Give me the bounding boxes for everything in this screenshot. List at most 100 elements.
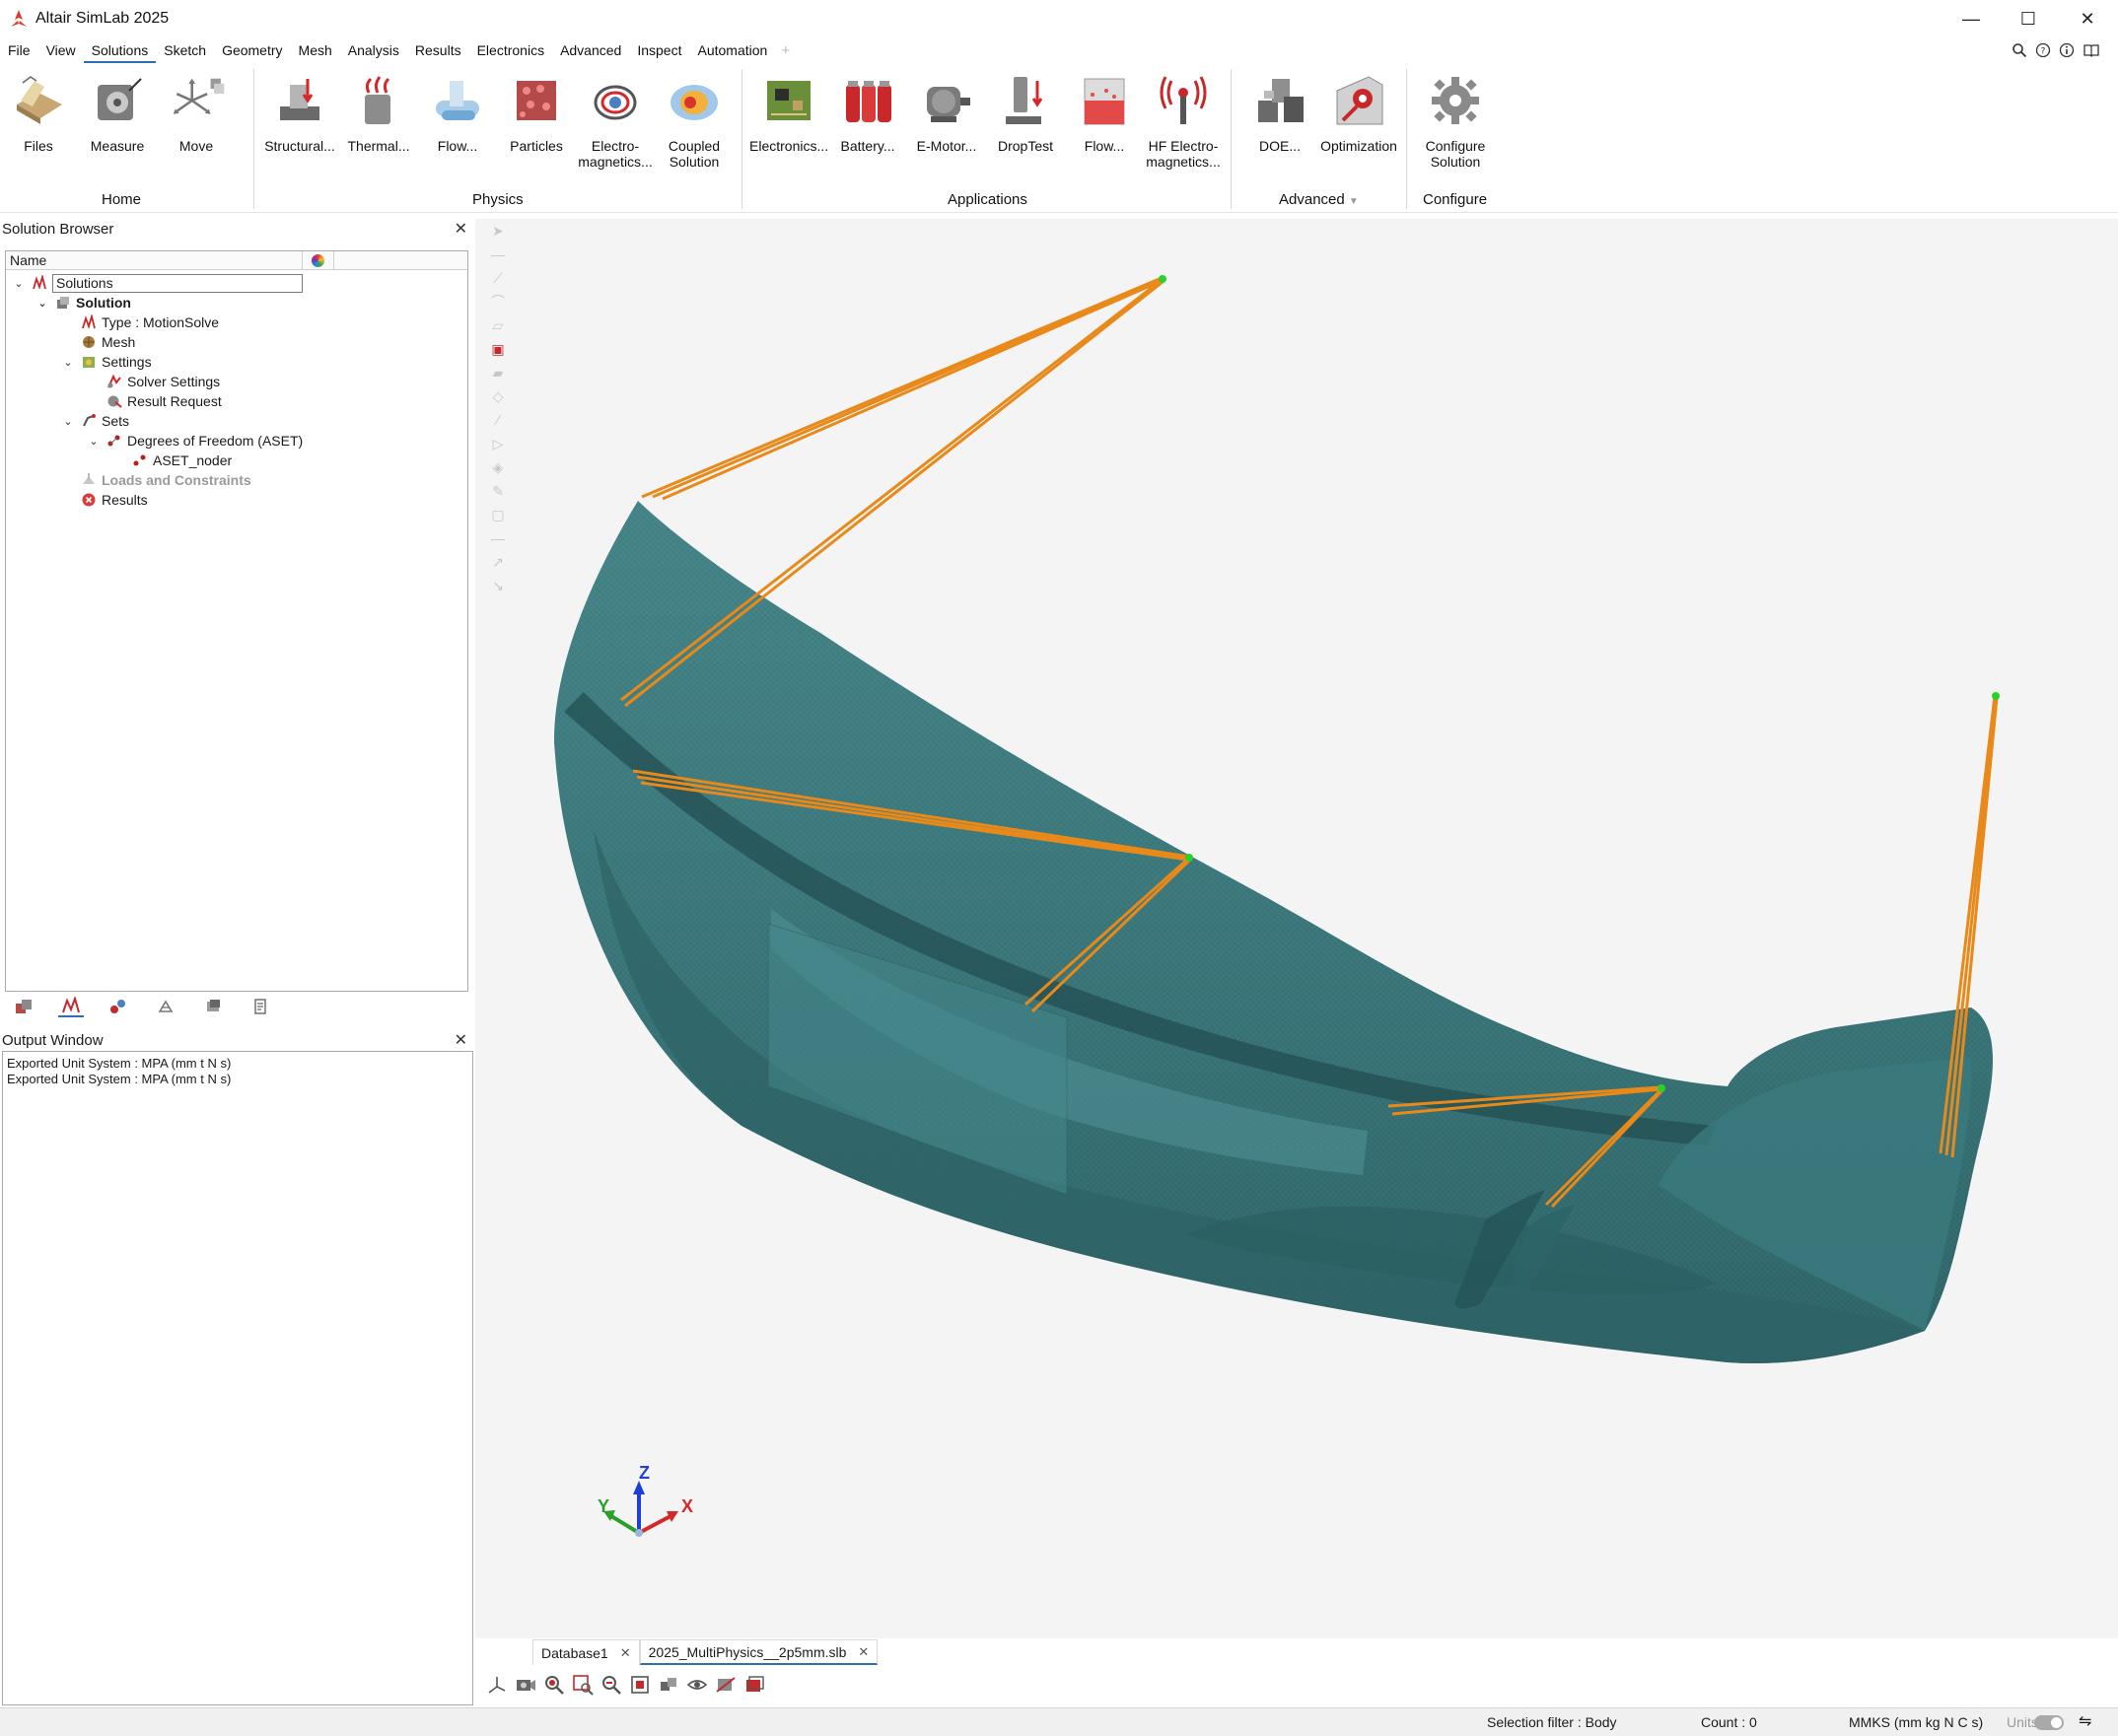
tree-item-loads-constraints[interactable]: Loads and Constraints [61, 470, 251, 490]
doe-tool[interactable]: DOE... [1240, 71, 1319, 154]
move-tool[interactable]: Move [157, 71, 236, 154]
expand-icon[interactable]: ⌄ [12, 277, 26, 290]
optimization-tool[interactable]: Optimization [1319, 71, 1398, 154]
droptest-tool[interactable]: DropTest [986, 71, 1065, 154]
visibility-icon[interactable] [683, 1672, 710, 1699]
select-curve-icon[interactable]: ⌒ [483, 290, 513, 313]
bumper-model[interactable] [554, 501, 1994, 1363]
expand-icon[interactable]: ⌄ [61, 356, 75, 369]
graphics-viewport[interactable]: Z X Y [475, 219, 2118, 1638]
selection-filter-status[interactable]: Selection filter : Body [1487, 1714, 1617, 1730]
select-triangle-icon[interactable]: ▷ [483, 432, 513, 455]
select-edge-icon[interactable]: ⟋ [483, 266, 513, 290]
select-surface-icon[interactable]: ▰ [483, 361, 513, 384]
emotor-tool[interactable]: E-Motor... [907, 71, 986, 154]
select-line-icon[interactable]: ∕ [483, 408, 513, 432]
tab-multiphysics-file[interactable]: 2025_MultiPhysics__2p5mm.slb ✕ [639, 1639, 879, 1665]
menu-results[interactable]: Results [407, 37, 469, 63]
select-arrow-icon[interactable]: ➤ [483, 219, 513, 243]
flow-tool[interactable]: Flow... [418, 71, 497, 154]
select-element-icon[interactable]: ◇ [483, 384, 513, 408]
model-view[interactable]: Z X Y [475, 219, 2118, 1638]
hide-icon[interactable] [655, 1672, 681, 1699]
tree-item-result-request[interactable]: Result Request [87, 391, 222, 411]
status-menu-icon[interactable]: ⇋ [2079, 1711, 2091, 1731]
menu-file[interactable]: File [0, 37, 38, 63]
close-tab-icon[interactable]: ✕ [620, 1645, 631, 1661]
section-icon[interactable] [712, 1672, 739, 1699]
menu-advanced[interactable]: Advanced [552, 37, 629, 63]
info-icon[interactable] [2059, 42, 2075, 58]
minimize-button[interactable]: — [1942, 0, 2000, 37]
electronics-tool[interactable]: Electronics... [749, 71, 828, 154]
menu-view[interactable]: View [38, 37, 84, 63]
expand-icon[interactable]: ⌄ [35, 297, 49, 310]
close-icon[interactable]: ✕ [455, 1030, 467, 1050]
units-toggle[interactable] [2034, 1715, 2064, 1730]
zoom-window-icon[interactable] [569, 1672, 596, 1699]
zoom-fit-icon[interactable] [598, 1672, 624, 1699]
tree-item-dof[interactable]: ⌄ Degrees of Freedom (ASET) [87, 431, 303, 451]
measure-tool[interactable]: Measure [78, 71, 157, 154]
battery-tool[interactable]: Battery... [828, 71, 907, 154]
tab-groups[interactable] [106, 996, 131, 1017]
search-icon[interactable] [2012, 42, 2027, 58]
menu-automation[interactable]: Automation [689, 37, 775, 63]
tab-notes[interactable] [247, 996, 273, 1017]
menu-sketch[interactable]: Sketch [156, 37, 214, 63]
particles-tool[interactable]: Particles [497, 71, 576, 154]
flow-application-tool[interactable]: Flow... [1065, 71, 1144, 154]
tree-item-solutions[interactable]: ⌄ Solutions [12, 273, 303, 293]
group-advanced-label[interactable]: Advanced ▼ [1279, 191, 1359, 208]
coupled-solution-tool[interactable]: Coupled Solution [655, 71, 734, 170]
tab-database1[interactable]: Database1 ✕ [532, 1639, 640, 1665]
expand-icon[interactable]: ⌄ [87, 435, 101, 448]
tab-solution-browser[interactable] [58, 996, 84, 1017]
menu-geometry[interactable]: Geometry [214, 37, 290, 63]
column-name-header[interactable]: Name [10, 252, 46, 268]
structural-tool[interactable]: Structural... [260, 71, 339, 154]
zoom-icon[interactable] [540, 1672, 567, 1699]
book-icon[interactable] [2083, 42, 2100, 58]
tree-item-results[interactable]: Results [61, 490, 148, 510]
menu-electronics[interactable]: Electronics [469, 37, 552, 63]
tab-model-browser[interactable] [11, 996, 36, 1017]
select-box-icon[interactable]: ▢ [483, 503, 513, 526]
maximize-button[interactable]: ☐ [2000, 0, 2057, 37]
tree-item-type[interactable]: Type : MotionSolve [61, 312, 219, 332]
select-face-icon[interactable]: ▱ [483, 313, 513, 337]
fit-all-icon[interactable] [626, 1672, 653, 1699]
tab-sets[interactable] [153, 996, 178, 1017]
color-wheel-icon[interactable] [312, 254, 324, 267]
close-icon[interactable]: ✕ [455, 219, 467, 239]
select-pointer-icon[interactable]: ↗ [483, 550, 513, 574]
thermal-tool[interactable]: Thermal... [339, 71, 418, 154]
close-tab-icon[interactable]: ✕ [858, 1644, 869, 1660]
select-node-icon[interactable]: ◈ [483, 455, 513, 479]
add-menu-icon[interactable]: + [775, 42, 796, 59]
tree-item-aset-noder[interactable]: ASET_noder [112, 451, 232, 470]
display-mode-icon[interactable] [741, 1672, 767, 1699]
unit-system[interactable]: MMKS (mm kg N C s) [1849, 1714, 1983, 1730]
files-tool[interactable]: Files [0, 71, 78, 154]
tree-item-solver-settings[interactable]: Solver Settings [87, 372, 220, 391]
configure-solution-tool[interactable]: Configure Solution [1416, 71, 1495, 170]
menu-analysis[interactable]: Analysis [340, 37, 407, 63]
rename-input[interactable]: Solutions [52, 273, 303, 293]
tree-item-sets[interactable]: ⌄ Sets [61, 411, 129, 431]
menu-inspect[interactable]: Inspect [629, 37, 689, 63]
expand-icon[interactable]: ⌄ [61, 415, 75, 428]
tree-item-settings[interactable]: ⌄ Settings [61, 352, 151, 372]
help-icon[interactable]: ? [2035, 42, 2051, 58]
menu-mesh[interactable]: Mesh [291, 37, 340, 63]
axis-view-icon[interactable] [483, 1672, 510, 1699]
hf-electromagnetics-tool[interactable]: HF Electro-magnetics... [1144, 71, 1223, 170]
tree-item-solution[interactable]: ⌄ Solution [35, 293, 131, 312]
camera-icon[interactable] [512, 1672, 538, 1699]
select-pen-icon[interactable]: ✎ [483, 479, 513, 503]
tree-item-mesh[interactable]: Mesh [61, 332, 135, 352]
tab-parts[interactable] [200, 996, 226, 1017]
menu-solutions[interactable]: Solutions [83, 37, 157, 63]
electromagnetics-tool[interactable]: Electro-magnetics... [576, 71, 655, 170]
select-body-icon[interactable]: ▣ [483, 337, 513, 361]
